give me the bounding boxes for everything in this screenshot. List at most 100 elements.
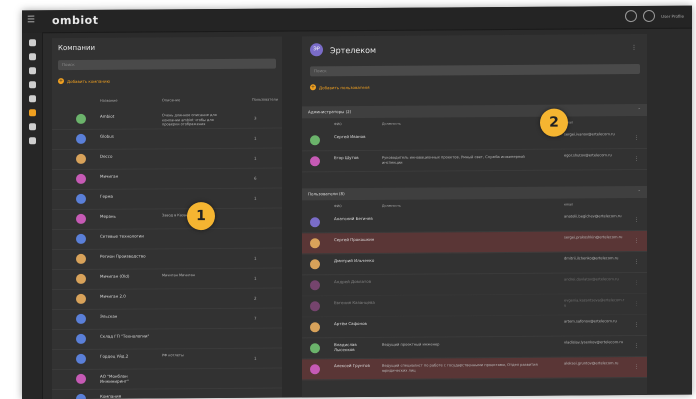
sidebar-alert-icon[interactable] [29,123,36,130]
user-position [382,258,542,259]
companies-search-input[interactable]: Поиск [58,59,276,71]
company-row[interactable]: Globus1 [52,129,282,151]
row-menu-icon[interactable]: ⋮ [634,135,639,141]
sidebar-world-icon[interactable] [29,67,36,74]
user-row[interactable]: Сергей Прокошкин sergei.prokoshkin@ertele… [302,231,647,254]
row-menu-icon[interactable]: ⋮ [634,217,639,223]
user-position [382,237,542,238]
user-row[interactable]: Артём Сафоновartem.safonov@ertelecom.ru⋮ [302,315,647,338]
company-row[interactable]: Герма1 [52,189,282,211]
user-email: sergei.prokoshkin@ertelecom.ru [564,235,626,240]
user-row[interactable]: Владислав ЛысенковВедущий проектный инже… [302,336,647,359]
user-row[interactable]: Сергей Ивановsergei.ivanov@ertelecom.ru⋮ [302,128,647,151]
row-menu-icon[interactable]: ⋮ [634,238,639,244]
col-email[interactable]: email [564,202,573,206]
callout-2: 2 [540,109,568,137]
user-row[interactable]: Егор Шутов Руководитель инновационных про… [302,149,647,172]
company-row[interactable]: Компания [52,389,282,399]
users-search-input[interactable]: Поиск [310,64,640,76]
company-row[interactable]: Склад ГП "Технологии" [52,329,282,351]
company-row[interactable]: МераньЗавод в Казани [52,209,282,231]
chevron-up-icon[interactable]: ⌃ [632,186,641,198]
company-avatar-icon [76,394,86,399]
company-row[interactable]: Эльскан7 [52,309,282,331]
user-name: Алексей Грунтов [334,363,376,368]
user-avatar-icon [310,322,320,332]
company-name: Герма [100,193,150,198]
company-avatar-icon [76,214,86,224]
menu-icon[interactable]: ☰ [27,15,37,25]
row-menu-icon[interactable]: ⋮ [634,343,639,349]
add-user-button[interactable]: + Добавить пользователя [310,84,370,90]
col-position[interactable]: Должность [382,122,401,126]
user-position: Ведущий специалист по работе с государст… [382,363,542,373]
company-desc: Очень длинное описание для компании ambi… [162,113,232,127]
row-menu-icon[interactable]: ⋮ [634,156,639,162]
company-avatar-icon [76,354,86,364]
company-row[interactable]: Мичиган6 [52,169,282,191]
sidebar-users-icon[interactable] [29,109,36,116]
sidebar-location-icon[interactable] [29,53,36,60]
sidebar-bolt-icon[interactable] [29,81,36,88]
sidebar-grid-icon[interactable] [29,39,36,46]
company-title: Эртелеком [330,46,376,55]
user-icon[interactable] [643,10,655,22]
user-label[interactable]: User Profile [661,13,684,18]
row-menu-icon[interactable]: ⋮ [634,280,639,286]
admins-section-header[interactable]: Администраторы (2) ⌃ [302,104,647,118]
user-email: anatolii.begichev@ertelecom.ru [564,214,626,219]
row-menu-icon[interactable]: ⋮ [634,301,639,307]
add-company-button[interactable]: + Добавить компанию [58,78,110,84]
user-row[interactable]: Андрей Довлатовandrei.dovlatov@ertelecom… [302,273,647,296]
company-row[interactable]: Мичиган (Old)Мичиган Мичиган1 [52,269,282,291]
col-position[interactable]: Должность [382,204,401,208]
user-row[interactable]: Дмитрий Ильченко dmitrii.ilchenko@ertelec… [302,252,647,275]
company-row[interactable]: АО "Монблан Инжиниринг" [52,369,282,391]
user-position [382,134,542,135]
company-name: Globus [100,133,150,138]
app-logo[interactable]: ombiot [52,14,98,27]
row-menu-icon[interactable]: ⋮ [634,322,639,328]
col-desc[interactable]: Описание [162,98,180,102]
company-user-count: 7 [254,316,257,321]
col-fio[interactable]: ФИО [334,122,342,126]
company-name: АО "Монблан Инжиниринг" [100,373,150,383]
company-row[interactable]: Мичиган 2.02 [52,289,282,311]
user-row[interactable]: Евгения Казанцеваevgenia.kazantseva@erte… [302,294,647,317]
company-avatar-icon [76,254,86,264]
user-avatar-icon [310,343,320,353]
col-count[interactable]: Пользователи [252,98,278,102]
col-fio[interactable]: ФИО [334,204,342,208]
company-avatar-icon [76,114,86,124]
user-row[interactable]: Анатолий Бегичевanatolii.begichev@ertele… [302,210,647,233]
user-avatar-icon [310,156,320,166]
sidebar-profile-icon[interactable] [29,137,36,144]
app-window: ☰ ombiot User Profile Компании Поиск + Д… [22,6,692,399]
users-section-header[interactable]: Пользователи (8) ⌃ [302,186,647,200]
company-row[interactable]: Гордец Уйд.2РФ котлеты1 [52,349,282,371]
company-row[interactable]: Decco1 [52,149,282,171]
company-row[interactable]: AmbiotОчень длинное описание для компани… [52,109,282,131]
user-email: dmitrii.ilchenko@ertelecom.ru [564,256,626,261]
company-row[interactable]: Сетевые технологии [52,229,282,251]
sidebar-user-icon[interactable] [29,95,36,102]
user-name: Сергей Прокошкин [334,237,376,242]
user-email: vladislav.lysenkov@ertelecom.ru [564,340,626,345]
user-avatar-icon [310,217,320,227]
admins-section-label: Администраторы (2) [308,109,351,114]
user-position [382,321,542,322]
row-menu-icon[interactable]: ⋮ [634,364,639,370]
settings-icon[interactable] [625,10,637,22]
company-row[interactable]: Регион Производство1 [52,249,282,271]
user-position: Руководитель инновационных проектов, Умн… [382,155,542,165]
user-name: Дмитрий Ильченко [334,258,376,263]
user-row[interactable]: Алексей Грунтов Ведущий специалист по раб… [302,357,647,380]
company-desc: РФ котлеты [162,353,232,358]
row-menu-icon[interactable]: ⋮ [634,259,639,265]
companies-title: Компании [58,44,95,52]
col-name[interactable]: Название [100,99,118,103]
user-name: Егор Шутов [334,155,376,160]
kebab-menu-icon[interactable]: ⋮ [631,44,637,51]
chevron-up-icon[interactable]: ⌃ [632,104,641,116]
company-avatar-icon [76,294,86,304]
